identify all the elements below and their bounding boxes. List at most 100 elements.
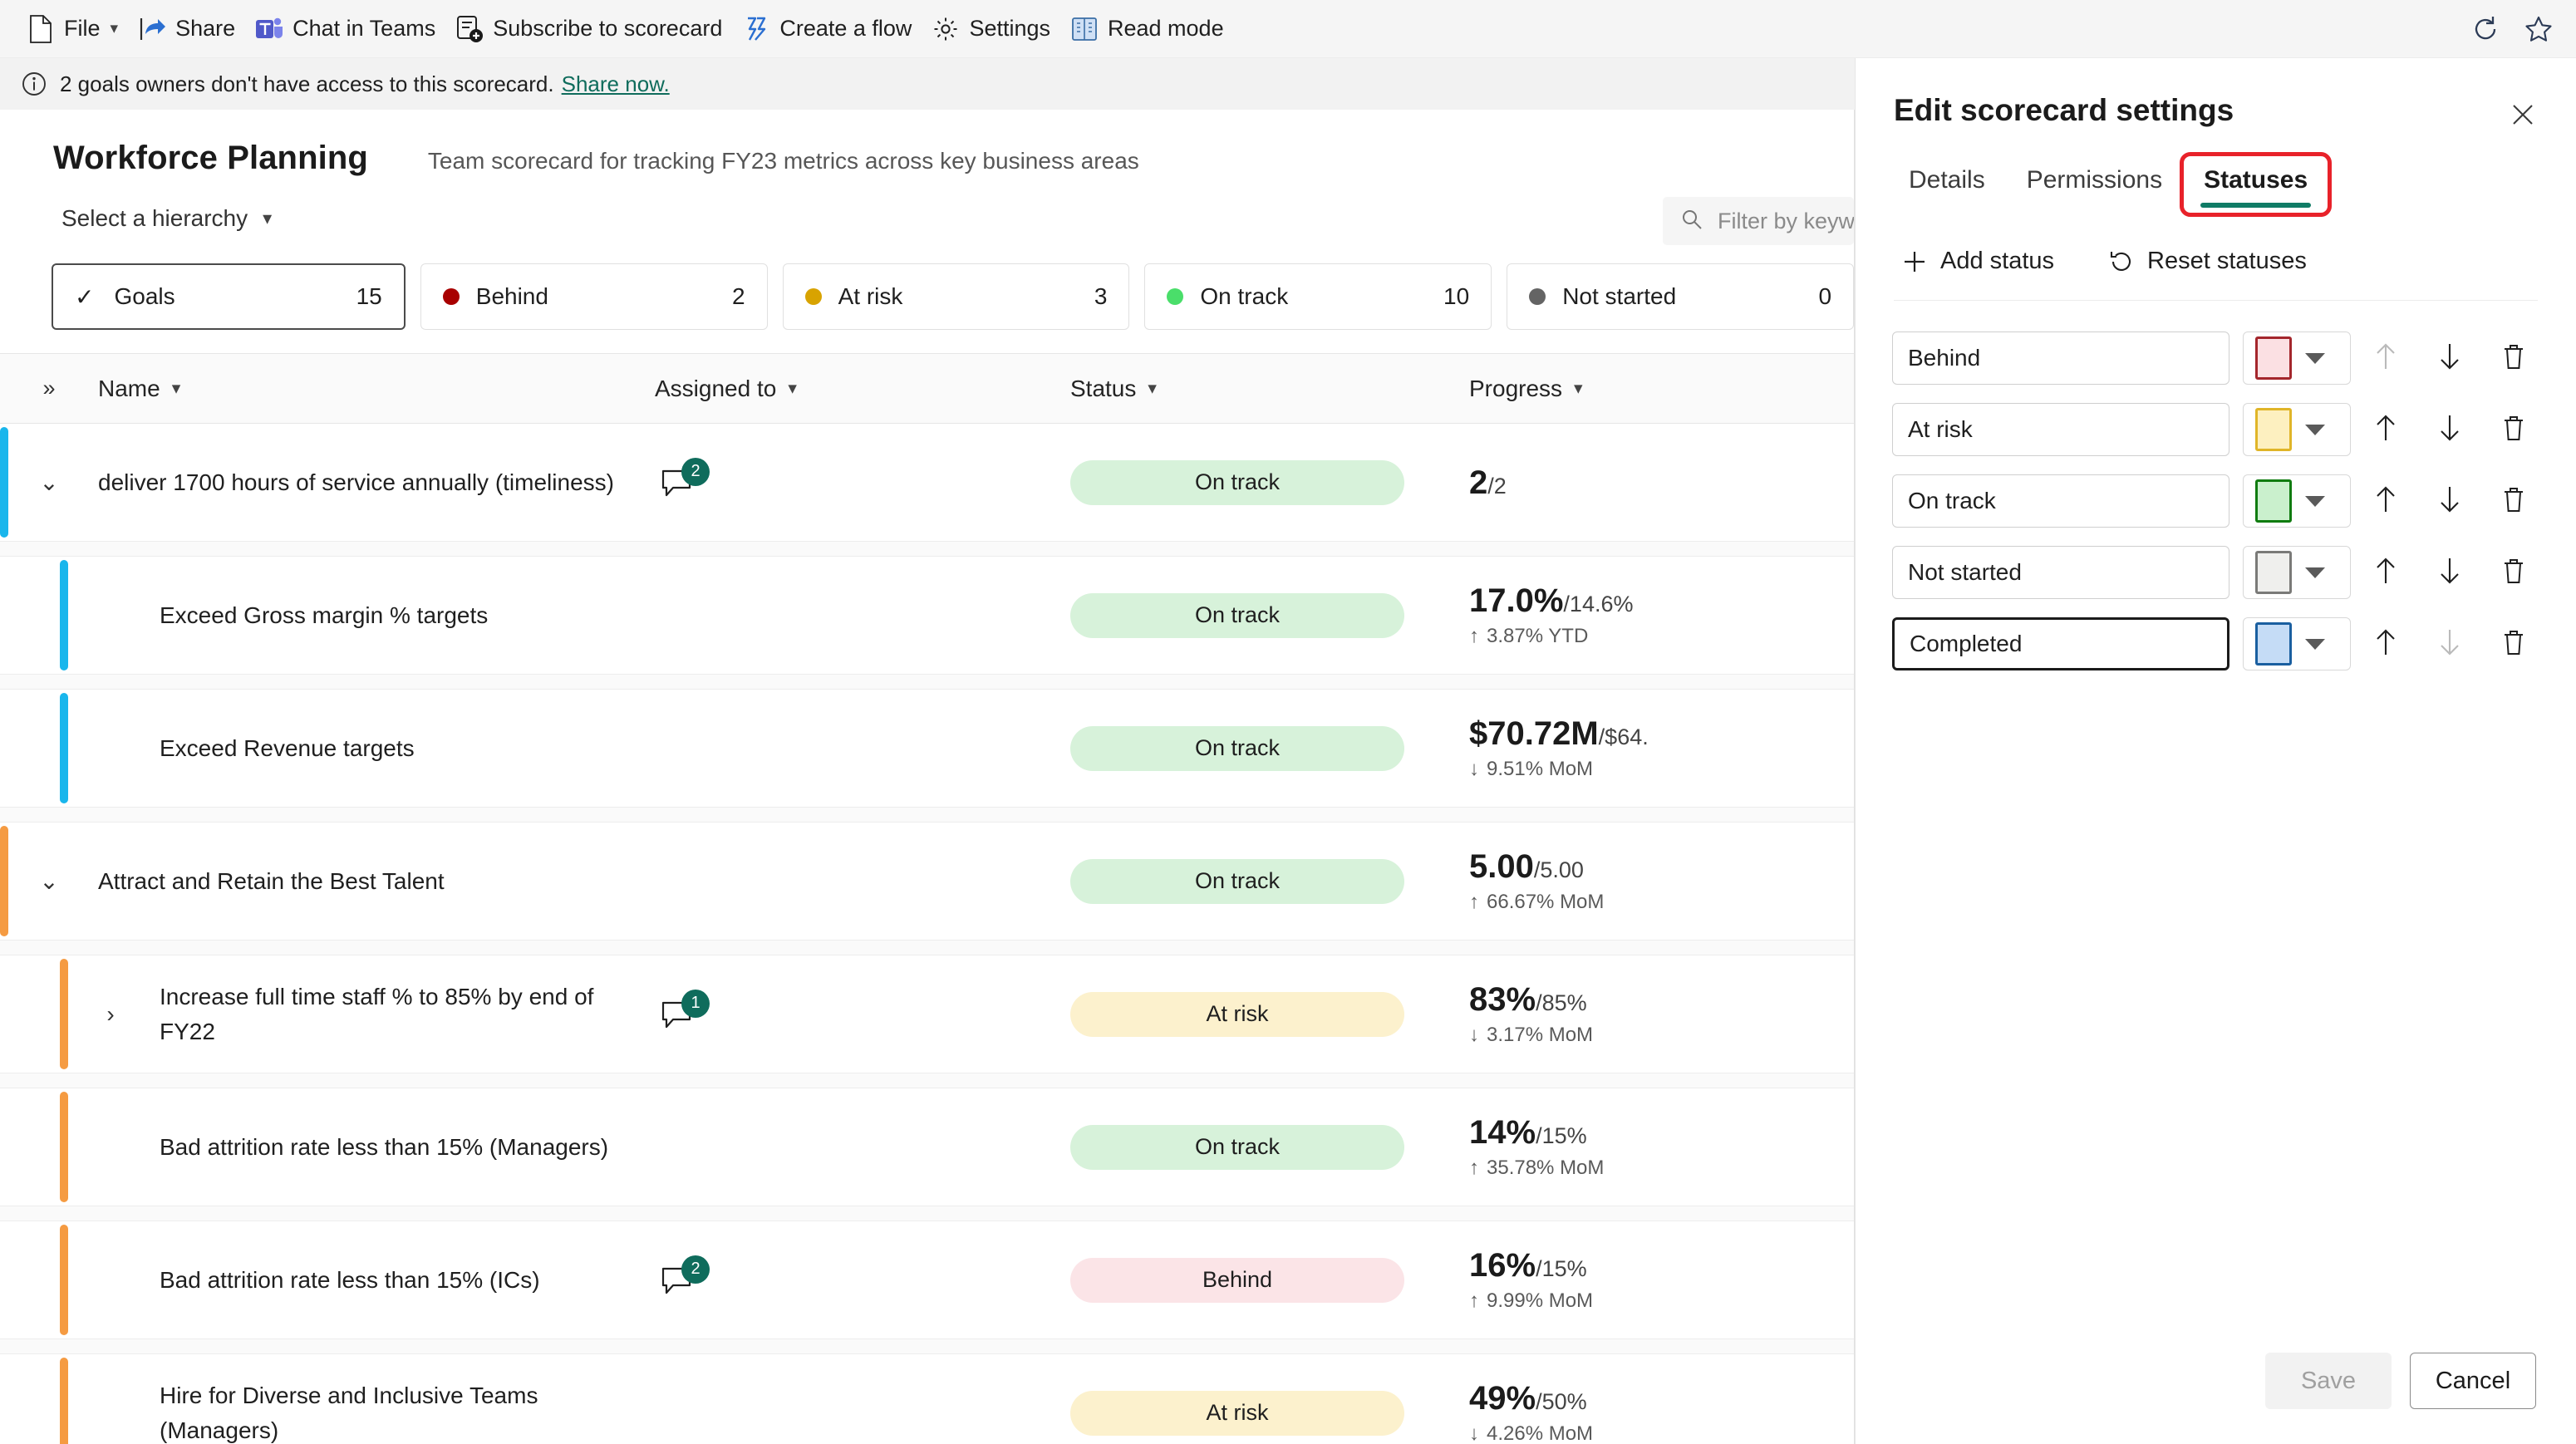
toolbar-chat-label: Chat in Teams [293,16,436,41]
column-header-name[interactable]: Name ▾ [98,376,655,402]
save-button[interactable]: Save [2265,1353,2392,1409]
toolbar-file-label: File [64,16,101,41]
delete-status-button-4[interactable] [2484,617,2543,670]
close-icon[interactable] [2501,93,2544,136]
row-status-cell[interactable]: Behind [1070,1221,1469,1338]
share-now-link[interactable]: Share now. [562,71,670,97]
row-status-cell[interactable]: On track [1070,424,1469,541]
chevron-down-icon [2305,567,2326,578]
table-row[interactable]: Bad attrition rate less than 15% (ICs) 2… [0,1221,1854,1339]
cancel-button[interactable]: Cancel [2410,1353,2536,1409]
row-expand-chevron-icon[interactable]: ⌄ [0,424,98,541]
row-status-cell[interactable]: On track [1070,1088,1469,1206]
column-header-assigned-to[interactable]: Assigned to ▾ [655,376,1070,402]
table-row[interactable]: Hire for Diverse and Inclusive Teams (Ma… [0,1354,1854,1444]
table-row[interactable]: ⌄ Attract and Retain the Best Talent On … [0,823,1854,941]
toolbar-create-flow-button[interactable]: Create a flow [732,10,922,48]
file-icon [27,14,55,43]
table-row[interactable]: Exceed Revenue targets On track $70.72M/… [0,690,1854,808]
pill-on-track-label: On track [1200,283,1289,309]
toolbar-share-button[interactable]: Share [128,10,245,48]
table-row[interactable]: Bad attrition rate less than 15% (Manage… [0,1088,1854,1206]
delete-status-button-2[interactable] [2484,474,2543,528]
move-down-button-3[interactable] [2420,546,2479,599]
comment-badge[interactable]: 2 [660,457,710,506]
delete-status-button-0[interactable] [2484,332,2543,385]
move-down-button-4[interactable] [2420,617,2479,670]
row-expand-chevron-icon[interactable] [0,1088,160,1206]
expand-all-icon[interactable]: » [0,376,98,401]
arrow-up-icon [2374,557,2397,589]
table-row[interactable]: Exceed Gross margin % targets On track 1… [0,557,1854,675]
toolbar-file-button[interactable]: File ▾ [17,10,128,48]
pill-goals[interactable]: ✓ Goals 15 [52,263,406,330]
status-color-picker-0[interactable] [2243,332,2352,385]
table-row[interactable]: ⌄ deliver 1700 hours of service annually… [0,424,1854,542]
delete-status-button-1[interactable] [2484,403,2543,456]
comment-badge[interactable]: 1 [660,989,710,1038]
pill-not-started-label: Not started [1562,283,1677,309]
status-name-input-1[interactable] [1892,403,2230,456]
row-expand-chevron-icon[interactable] [0,1354,160,1444]
row-status-cell[interactable]: On track [1070,557,1469,674]
toolbar-read-mode-button[interactable]: Read mode [1060,10,1234,48]
hierarchy-selector[interactable]: Select a hierarchy ▾ [53,200,280,237]
move-up-button-0[interactable] [2356,332,2415,385]
reset-icon [2109,249,2134,274]
delete-status-button-3[interactable] [2484,546,2543,599]
status-name-input-2[interactable] [1892,474,2230,528]
row-status-cell[interactable]: At risk [1070,1354,1469,1444]
column-header-status[interactable]: Status ▾ [1070,376,1469,402]
progress-value: 83%/85% [1469,980,1587,1018]
move-up-button-2[interactable] [2356,474,2415,528]
status-name-input-3[interactable] [1892,546,2230,599]
status-name-input-0[interactable] [1892,332,2230,385]
move-up-button-3[interactable] [2356,546,2415,599]
trend-arrow-icon: ↑ [1469,890,1479,913]
toolbar-create-flow-label: Create a flow [779,16,912,41]
row-separator [0,1073,1854,1088]
row-status-cell[interactable]: On track [1070,823,1469,940]
row-expand-chevron-icon[interactable] [0,557,160,674]
pill-not-started[interactable]: Not started 0 [1507,263,1854,330]
toolbar-settings-button[interactable]: Settings [922,10,1060,48]
page-title: Workforce Planning [53,140,368,176]
status-color-picker-4[interactable] [2243,617,2352,670]
add-status-button[interactable]: Add status [1894,243,2062,280]
filter-search-box[interactable]: Filter by keyword [1663,197,1854,245]
move-down-button-2[interactable] [2420,474,2479,528]
row-status-cell[interactable]: At risk [1070,955,1469,1073]
row-expand-chevron-icon[interactable] [0,1221,160,1338]
table-body: ⌄ deliver 1700 hours of service annually… [0,424,1854,1444]
comment-badge[interactable]: 2 [660,1255,710,1304]
row-expand-chevron-icon[interactable]: ⌄ [0,823,98,940]
status-name-input-4[interactable] [1892,617,2230,670]
pill-at-risk[interactable]: At risk 3 [782,263,1130,330]
row-status-cell[interactable]: On track [1070,690,1469,807]
refresh-icon[interactable] [2463,7,2508,52]
status-color-picker-3[interactable] [2243,546,2352,599]
pill-on-track[interactable]: On track 10 [1144,263,1492,330]
row-expand-chevron-icon[interactable]: › [0,955,160,1073]
move-up-button-1[interactable] [2356,403,2415,456]
pill-behind[interactable]: Behind 2 [420,263,768,330]
tab-permissions[interactable]: Permissions [2012,161,2177,208]
toolbar-chat-in-teams-button[interactable]: Chat in Teams [245,10,445,48]
column-header-progress[interactable]: Progress ▾ [1469,376,1854,402]
tab-statuses[interactable]: Statuses [2180,152,2333,217]
pill-behind-count: 2 [732,283,745,309]
status-color-picker-1[interactable] [2243,403,2352,456]
status-color-picker-2[interactable] [2243,474,2352,528]
add-status-label: Add status [1940,248,2055,274]
move-down-button-1[interactable] [2420,403,2479,456]
move-up-button-4[interactable] [2356,617,2415,670]
tab-details[interactable]: Details [1894,161,2000,208]
reset-statuses-button[interactable]: Reset statuses [2101,243,2315,280]
move-down-button-0[interactable] [2420,332,2479,385]
toolbar-subscribe-button[interactable]: Subscribe to scorecard [445,10,732,48]
toolbar-settings-label: Settings [969,16,1050,41]
favorite-star-icon[interactable] [2516,7,2561,52]
row-expand-chevron-icon[interactable] [0,690,160,807]
pill-goals-count: 15 [356,283,382,309]
table-row[interactable]: › Increase full time staff % to 85% by e… [0,955,1854,1073]
